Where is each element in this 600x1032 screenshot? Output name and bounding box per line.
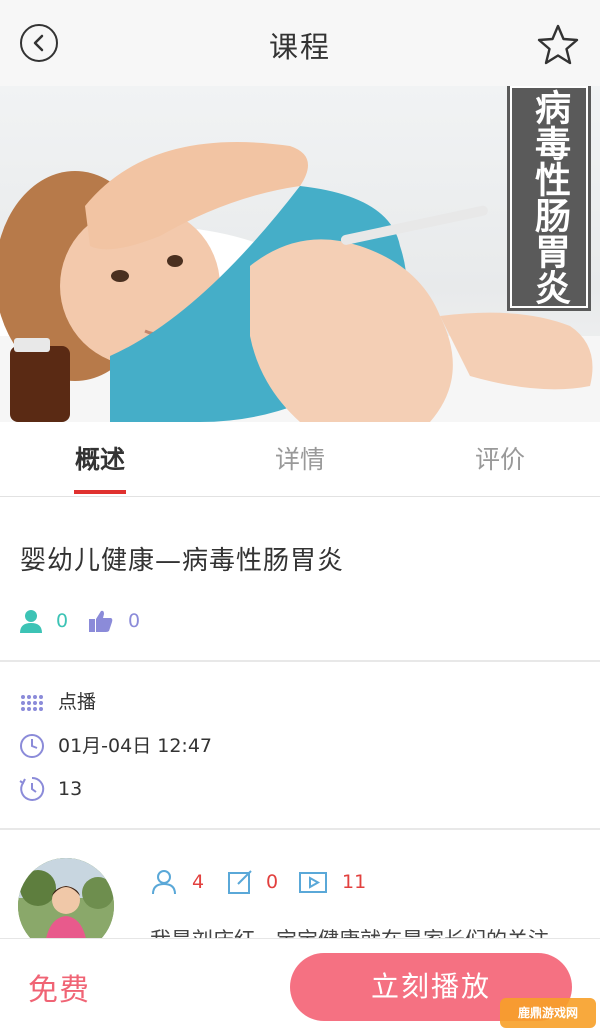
- grid-dots-icon: [21, 695, 43, 711]
- tab-bar: 概述 详情 评价: [0, 422, 600, 497]
- nav-bar: 课程: [0, 0, 600, 87]
- teacher-videos-count: 11: [342, 871, 367, 893]
- cover-title-label: 病毒性肠胃炎: [507, 86, 591, 311]
- like-count: 0: [128, 610, 141, 632]
- clock-icon: [20, 734, 44, 758]
- learner-count: 0: [56, 610, 69, 632]
- tab-reviews[interactable]: 评价: [430, 422, 570, 496]
- page-title: 课程: [268, 30, 331, 64]
- active-tab-indicator: [74, 490, 126, 494]
- video-icon: [299, 872, 327, 893]
- price-label: 免费: [28, 973, 90, 1008]
- teacher-followers-count: 4: [192, 871, 205, 893]
- divider: [0, 660, 600, 662]
- favorite-button[interactable]: [536, 23, 580, 67]
- course-duration: 13: [58, 778, 83, 800]
- course-title: 婴幼儿健康—病毒性肠胃炎: [20, 546, 345, 576]
- learner-icon: [20, 610, 42, 633]
- course-date: 01月-04日 12:47: [58, 735, 213, 757]
- edit-note-icon: [228, 870, 252, 894]
- timer-icon: [19, 776, 45, 801]
- like-icon: [89, 610, 113, 632]
- user-icon: [152, 870, 176, 895]
- course-cover-image: 病毒性肠胃炎: [0, 86, 600, 422]
- course-type: 点播: [58, 691, 97, 713]
- tab-details[interactable]: 详情: [230, 422, 370, 496]
- divider: [0, 828, 600, 830]
- tab-overview[interactable]: 概述: [30, 422, 170, 496]
- site-watermark: 鹿鼎游戏网: [500, 998, 596, 1028]
- teacher-notes-count: 0: [266, 871, 279, 893]
- star-icon: [537, 24, 579, 65]
